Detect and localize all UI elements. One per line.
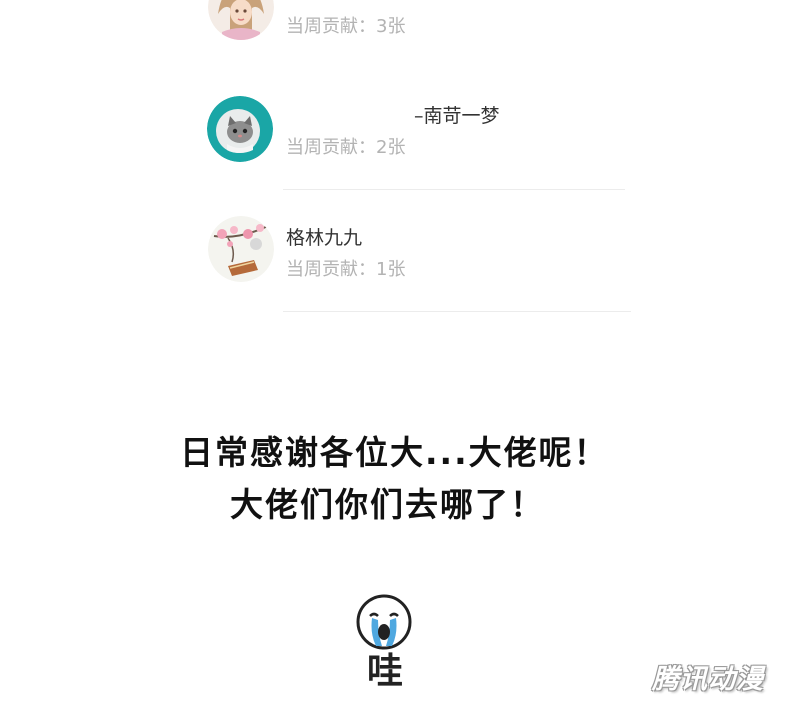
message-line-1: 日常感谢各位大...大佬呢！	[180, 433, 609, 472]
girl-portrait-avatar-icon	[208, 0, 274, 40]
crying-face-sticker: 哇	[340, 590, 430, 698]
plum-blossom-avatar-icon	[208, 216, 274, 282]
divider	[283, 189, 625, 190]
contributor-name: 格林九九	[286, 227, 363, 249]
contribution-text: 当周贡献：1张	[286, 259, 406, 280]
contribution-text: 当周贡献：3张	[286, 16, 406, 37]
contributor-name: –南苛一梦	[414, 105, 500, 127]
divider	[283, 311, 631, 312]
cat-avatar-icon	[207, 96, 273, 162]
sticker-text: 哇	[366, 651, 403, 692]
message-line-2: 大佬们你们去哪了！	[230, 485, 545, 524]
contribution-text: 当周贡献：2张	[286, 137, 406, 158]
watermark-logo: 腾讯动漫	[652, 664, 764, 695]
crying-face-sticker-icon	[356, 594, 412, 650]
